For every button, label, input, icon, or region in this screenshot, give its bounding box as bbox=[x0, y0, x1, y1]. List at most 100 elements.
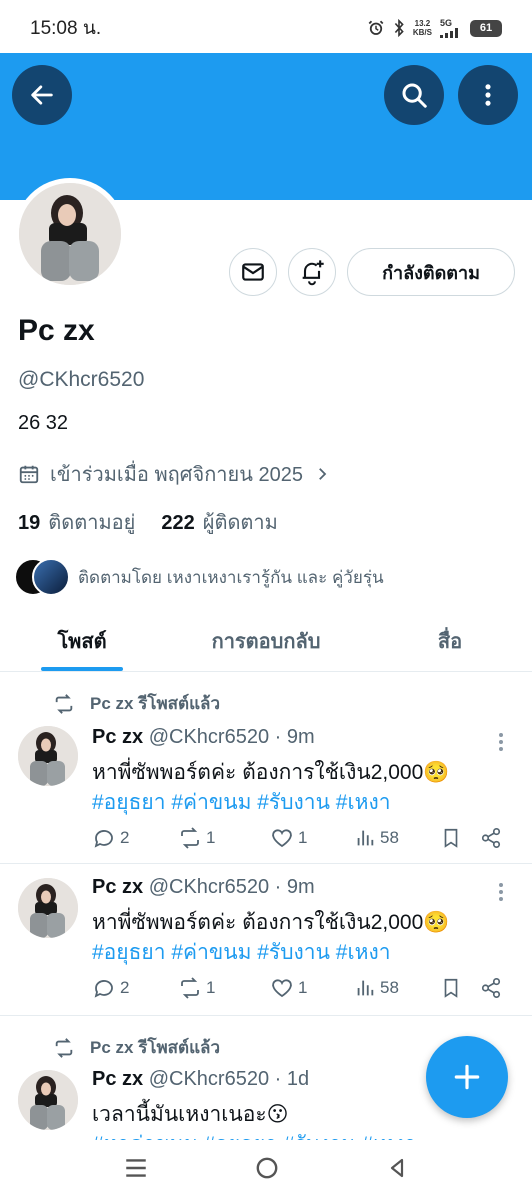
post-hashtags[interactable]: #อยุธยา #ค่าขนม #รับงาน #เหงา bbox=[92, 786, 391, 819]
repost-button[interactable]: 1 bbox=[178, 976, 270, 1000]
compose-button[interactable] bbox=[426, 1036, 508, 1118]
status-time: 15:08 น. bbox=[30, 18, 102, 39]
repost-label: Pc zx รีโพสต์แล้ว bbox=[90, 1038, 220, 1057]
views-icon bbox=[357, 830, 374, 846]
post-text: เวลานี้มันเหงาเนอะ😗 bbox=[92, 1103, 289, 1126]
post-avatar[interactable] bbox=[18, 726, 78, 786]
repost-icon bbox=[181, 827, 199, 849]
like-icon bbox=[272, 829, 292, 848]
like-icon bbox=[272, 979, 292, 998]
repost-count: 1 bbox=[206, 828, 216, 847]
repost-icon bbox=[55, 1037, 73, 1058]
post-hashtags[interactable]: #หาค่าขนม #อยุธยา #รับงาน #เหงา bbox=[92, 1128, 416, 1140]
calendar-icon bbox=[19, 465, 39, 484]
views-button[interactable]: 58 bbox=[354, 827, 440, 849]
reply-count: 2 bbox=[120, 978, 130, 997]
menu-icon bbox=[125, 1158, 146, 1177]
repost-count: 1 bbox=[206, 978, 216, 997]
more-vertical-icon bbox=[499, 883, 503, 901]
avatar-photo bbox=[18, 1070, 78, 1130]
repost-label: Pc zx รีโพสต์แล้ว bbox=[90, 694, 220, 713]
post-header: Pc zx @CKhcr6520 · 9m bbox=[92, 726, 315, 749]
followers-count-link[interactable]: 222 ผู้ติดตาม bbox=[161, 506, 277, 538]
share-icon bbox=[481, 978, 501, 998]
repost-button[interactable]: 1 bbox=[178, 826, 270, 850]
more-options-button[interactable] bbox=[458, 65, 518, 125]
home-circle-icon bbox=[256, 1157, 278, 1178]
recents-button[interactable] bbox=[123, 1157, 149, 1184]
post-actions: 2 1 1 58 bbox=[92, 976, 512, 1000]
like-button[interactable]: 1 bbox=[270, 976, 354, 1000]
post-author-name[interactable]: Pc zx bbox=[92, 726, 143, 748]
net-speed-value: 13.2 bbox=[414, 19, 431, 28]
signal-icon bbox=[440, 27, 458, 38]
more-vertical-icon bbox=[499, 733, 503, 751]
post-item[interactable]: Pc zx @CKhcr6520 · 9m หาพี่ซัพพอร์ตค่ะ ต… bbox=[0, 864, 532, 1016]
avatar-photo bbox=[19, 183, 121, 285]
followed-by-row[interactable]: ติดตามโดย เหงาเหงาเรารู้กัน และ คู่วัยรุ… bbox=[14, 558, 384, 596]
back-arrow-icon bbox=[31, 85, 53, 105]
avatar bbox=[32, 558, 70, 596]
post-hashtags[interactable]: #อยุธยา #ค่าขนม #รับงาน #เหงา bbox=[92, 936, 391, 969]
like-count: 1 bbox=[298, 828, 308, 847]
net-speed-unit: KB/S bbox=[412, 28, 432, 37]
alarm-icon bbox=[368, 20, 384, 35]
profile-display-name: Pc zx bbox=[18, 314, 95, 347]
post-item[interactable]: Pc zx รีโพสต์แล้ว Pc zx @CKhcr6520 · 9m … bbox=[0, 672, 532, 864]
message-button[interactable] bbox=[229, 248, 277, 296]
post-header: Pc zx @CKhcr6520 · 9m bbox=[92, 876, 315, 899]
like-button[interactable]: 1 bbox=[270, 826, 354, 850]
followers-label: ผู้ติดตาม bbox=[202, 512, 278, 534]
battery-indicator: 61 bbox=[470, 19, 502, 37]
following-count-link[interactable]: 19 ติดตามอยู่ bbox=[18, 506, 135, 538]
profile-handle: @CKhcr6520 bbox=[18, 368, 145, 391]
tab-media[interactable]: สื่อ bbox=[368, 610, 532, 671]
following-count: 19 bbox=[18, 512, 41, 534]
profile-tabs: โพสต์ การตอบกลับ สื่อ bbox=[0, 610, 532, 672]
status-icons: 13.2 KB/S 5G 61 bbox=[367, 18, 502, 38]
followers-count: 222 bbox=[161, 512, 195, 534]
system-back-button[interactable] bbox=[385, 1156, 409, 1185]
reply-button[interactable]: 2 bbox=[92, 976, 178, 1000]
bookmark-button[interactable] bbox=[440, 976, 480, 1000]
reply-icon bbox=[94, 980, 113, 998]
reply-button[interactable]: 2 bbox=[92, 826, 178, 850]
tab-replies[interactable]: การตอบกลับ bbox=[164, 610, 368, 671]
reply-count: 2 bbox=[120, 828, 130, 847]
signal-group: 5G bbox=[440, 18, 462, 38]
post-text: หาพี่ซัพพอร์ตค่ะ ต้องการใช้เงิน2,000🥺 bbox=[92, 911, 450, 934]
chevron-right-icon bbox=[319, 468, 327, 480]
tab-posts[interactable]: โพสต์ bbox=[0, 610, 164, 671]
profile-avatar[interactable] bbox=[14, 178, 126, 290]
views-button[interactable]: 58 bbox=[354, 977, 440, 999]
post-more-button[interactable] bbox=[498, 882, 504, 902]
post-header: Pc zx @CKhcr6520 · 1d bbox=[92, 1068, 309, 1091]
views-icon bbox=[357, 980, 374, 996]
bluetooth-icon bbox=[394, 19, 404, 37]
share-button[interactable] bbox=[480, 977, 502, 999]
post-author-name[interactable]: Pc zx bbox=[92, 876, 143, 898]
following-button[interactable]: กำลังติดตาม bbox=[347, 248, 515, 296]
like-count: 1 bbox=[298, 978, 308, 997]
followed-by-avatars bbox=[14, 558, 70, 596]
back-button[interactable] bbox=[12, 65, 72, 125]
joined-date[interactable]: เข้าร่วมเมื่อ พฤศจิกายน 2025 bbox=[18, 458, 331, 490]
mail-icon bbox=[242, 263, 264, 281]
bookmark-button[interactable] bbox=[440, 826, 480, 850]
bookmark-icon bbox=[444, 828, 458, 848]
repost-icon bbox=[181, 977, 199, 999]
system-nav-bar bbox=[0, 1140, 532, 1200]
share-button[interactable] bbox=[480, 827, 502, 849]
repost-indicator: Pc zx รีโพสต์แล้ว bbox=[52, 1034, 220, 1061]
search-button[interactable] bbox=[384, 65, 444, 125]
profile-bio: 26 32 bbox=[18, 412, 69, 434]
post-meta: @CKhcr6520 · 1d bbox=[148, 1068, 310, 1090]
notify-button[interactable] bbox=[288, 248, 336, 296]
home-button[interactable] bbox=[254, 1155, 280, 1186]
post-more-button[interactable] bbox=[498, 732, 504, 752]
post-avatar[interactable] bbox=[18, 1070, 78, 1130]
search-icon bbox=[402, 83, 427, 108]
post-avatar[interactable] bbox=[18, 878, 78, 938]
repost-indicator: Pc zx รีโพสต์แล้ว bbox=[52, 690, 220, 717]
post-author-name[interactable]: Pc zx bbox=[92, 1068, 143, 1090]
